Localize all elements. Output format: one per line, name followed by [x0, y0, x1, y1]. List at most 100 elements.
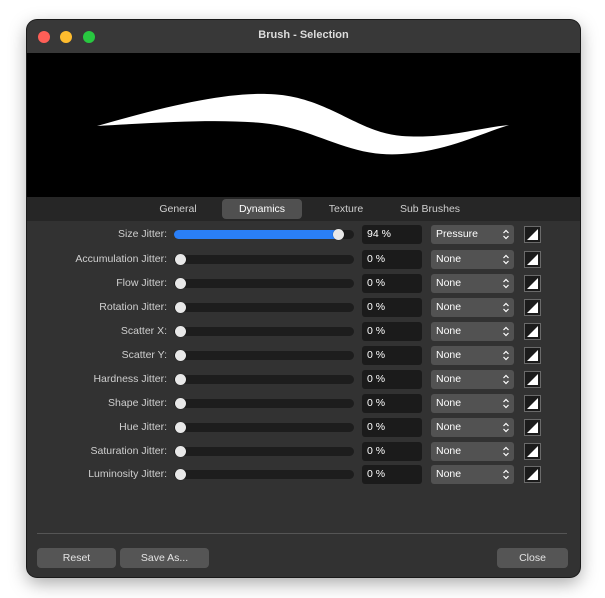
controller-select[interactable]: None — [431, 465, 514, 484]
window-title: Brush - Selection — [258, 29, 349, 41]
title-bar: Brush - Selection — [27, 20, 580, 53]
value-field[interactable]: 0 % — [362, 394, 422, 413]
up-down-chevron-icon — [503, 398, 509, 409]
response-curve-button[interactable] — [524, 275, 541, 292]
controller-select-value: None — [436, 445, 462, 457]
jitter-slider[interactable] — [174, 326, 354, 337]
jitter-slider[interactable] — [174, 446, 354, 457]
jitter-slider[interactable] — [174, 302, 354, 313]
slider-knob[interactable] — [175, 446, 186, 457]
slider-knob[interactable] — [175, 302, 186, 313]
setting-label: Luminosity Jitter: — [88, 468, 167, 480]
curve-icon — [527, 229, 538, 240]
value-field[interactable]: 0 % — [362, 442, 422, 461]
brush-stroke-preview — [97, 93, 509, 155]
jitter-slider[interactable] — [174, 254, 354, 265]
controller-select-value: None — [436, 253, 462, 265]
controller-select[interactable]: None — [431, 346, 514, 365]
response-curve-button[interactable] — [524, 395, 541, 412]
response-curve-button[interactable] — [524, 466, 541, 483]
jitter-slider[interactable] — [174, 374, 354, 385]
value-field[interactable]: 0 % — [362, 465, 422, 484]
slider-knob[interactable] — [175, 422, 186, 433]
controller-select-value: None — [436, 397, 462, 409]
value-field[interactable]: 0 % — [362, 250, 422, 269]
dynamics-row: Accumulation Jitter: 0 % None — [27, 250, 580, 270]
jitter-slider[interactable] — [174, 422, 354, 433]
footer-divider — [37, 533, 567, 534]
curve-icon — [527, 350, 538, 361]
slider-knob[interactable] — [175, 350, 186, 361]
up-down-chevron-icon — [503, 254, 509, 265]
slider-knob[interactable] — [175, 374, 186, 385]
response-curve-button[interactable] — [524, 371, 541, 388]
tab-dynamics[interactable]: Dynamics — [222, 199, 302, 219]
controller-select[interactable]: Pressure — [431, 225, 514, 244]
setting-label: Accumulation Jitter: — [75, 253, 167, 265]
response-curve-button[interactable] — [524, 419, 541, 436]
curve-icon — [527, 302, 538, 313]
jitter-slider[interactable] — [174, 278, 354, 289]
curve-icon — [527, 422, 538, 433]
curve-icon — [527, 278, 538, 289]
slider-knob[interactable] — [175, 254, 186, 265]
up-down-chevron-icon — [503, 422, 509, 433]
close-button[interactable]: Close — [497, 548, 568, 568]
response-curve-button[interactable] — [524, 226, 541, 243]
jitter-slider[interactable] — [174, 469, 354, 480]
up-down-chevron-icon — [503, 374, 509, 385]
slider-fill — [174, 230, 342, 239]
dynamics-row: Shape Jitter: 0 % None — [27, 394, 580, 414]
slider-knob[interactable] — [175, 469, 186, 480]
save-as-button[interactable]: Save As... — [120, 548, 209, 568]
curve-icon — [527, 326, 538, 337]
controller-select-value: None — [436, 421, 462, 433]
tab-general[interactable]: General — [145, 199, 211, 219]
controller-select[interactable]: None — [431, 298, 514, 317]
controller-select[interactable]: None — [431, 418, 514, 437]
slider-knob[interactable] — [332, 229, 344, 240]
slider-knob[interactable] — [175, 326, 186, 337]
response-curve-button[interactable] — [524, 347, 541, 364]
controller-select[interactable]: None — [431, 250, 514, 269]
controller-select[interactable]: None — [431, 274, 514, 293]
curve-icon — [527, 469, 538, 480]
response-curve-button[interactable] — [524, 299, 541, 316]
controller-select-value: None — [436, 373, 462, 385]
up-down-chevron-icon — [503, 350, 509, 361]
dynamics-row: Rotation Jitter: 0 % None — [27, 298, 580, 318]
up-down-chevron-icon — [503, 446, 509, 457]
value-field[interactable]: 0 % — [362, 274, 422, 293]
response-curve-button[interactable] — [524, 443, 541, 460]
setting-label: Scatter Y: — [121, 349, 167, 361]
controller-select[interactable]: None — [431, 322, 514, 341]
slider-knob[interactable] — [175, 278, 186, 289]
up-down-chevron-icon — [503, 302, 509, 313]
tab-bar: General Dynamics Texture Sub Brushes — [27, 197, 580, 221]
setting-label: Shape Jitter: — [108, 397, 167, 409]
value-field[interactable]: 0 % — [362, 322, 422, 341]
dynamics-row: Hue Jitter: 0 % None — [27, 418, 580, 438]
reset-button[interactable]: Reset — [37, 548, 116, 568]
controller-select[interactable]: None — [431, 394, 514, 413]
tab-sub-brushes[interactable]: Sub Brushes — [389, 199, 471, 219]
tab-texture[interactable]: Texture — [314, 199, 378, 219]
value-field[interactable]: 0 % — [362, 418, 422, 437]
value-field[interactable]: 0 % — [362, 298, 422, 317]
jitter-slider[interactable] — [174, 229, 354, 240]
response-curve-button[interactable] — [524, 323, 541, 340]
controller-select[interactable]: None — [431, 442, 514, 461]
response-curve-button[interactable] — [524, 251, 541, 268]
controller-select[interactable]: None — [431, 370, 514, 389]
curve-icon — [527, 398, 538, 409]
setting-label: Flow Jitter: — [116, 277, 167, 289]
slider-knob[interactable] — [175, 398, 186, 409]
jitter-slider[interactable] — [174, 350, 354, 361]
dynamics-row: Saturation Jitter: 0 % None — [27, 442, 580, 462]
value-field[interactable]: 0 % — [362, 346, 422, 365]
jitter-slider[interactable] — [174, 398, 354, 409]
setting-label: Rotation Jitter: — [99, 301, 167, 313]
value-field[interactable]: 0 % — [362, 370, 422, 389]
value-field[interactable]: 94 % — [362, 225, 422, 244]
setting-label: Hue Jitter: — [119, 421, 167, 433]
